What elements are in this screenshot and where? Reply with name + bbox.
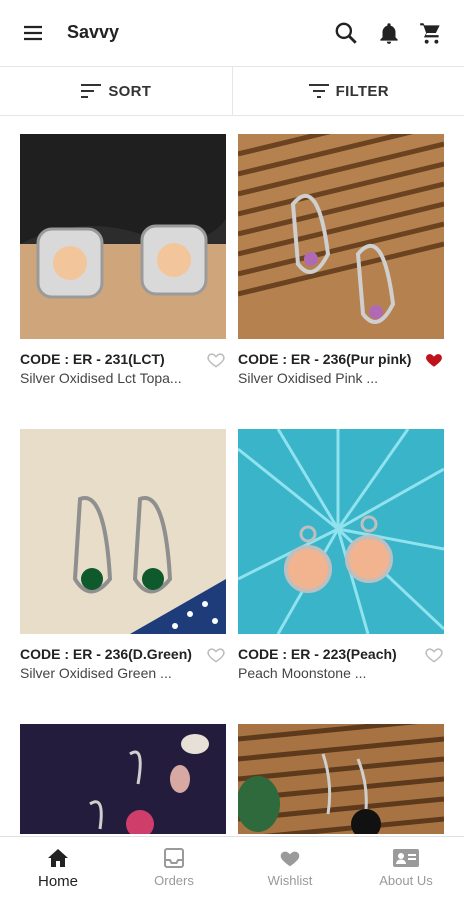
app-bar: Savvy [0, 0, 464, 67]
sort-label: SORT [108, 83, 151, 100]
product-name: Silver Oxidised Green ... [20, 664, 226, 683]
nav-home-label: Home [38, 873, 78, 890]
cart-icon[interactable] [418, 20, 444, 46]
product-image[interactable] [20, 429, 226, 634]
product-card[interactable]: CODE : ER - 236(D.Green) Silver Oxidised… [20, 429, 226, 683]
nav-orders-label: Orders [154, 873, 194, 888]
filter-icon [308, 83, 330, 99]
product-image[interactable] [238, 429, 444, 634]
filter-button[interactable]: FILTER [232, 67, 464, 115]
sort-button[interactable]: SORT [0, 67, 232, 115]
product-image[interactable] [238, 134, 444, 339]
product-code: CODE : ER - 231(LCT) [20, 349, 226, 369]
wishlist-heart-icon[interactable] [424, 645, 444, 665]
product-name: Silver Oxidised Lct Topa... [20, 369, 226, 388]
product-name: Peach Moonstone ... [238, 664, 444, 683]
product-image[interactable] [20, 134, 226, 339]
nav-about[interactable]: About Us [348, 837, 464, 901]
product-card[interactable]: CODE : ER - 223(Peach) Peach Moonstone .… [238, 429, 444, 683]
product-image[interactable] [20, 724, 226, 834]
bottom-navigation: Home Orders Wishlist About Us [0, 836, 464, 901]
product-code: CODE : ER - 223(Peach) [238, 644, 444, 664]
product-card[interactable] [238, 724, 444, 834]
app-title: Savvy [67, 22, 119, 43]
home-icon [46, 847, 70, 869]
nav-wishlist-label: Wishlist [268, 873, 313, 888]
product-image[interactable] [238, 724, 444, 834]
contact-card-icon [392, 847, 420, 869]
product-card[interactable] [20, 724, 226, 834]
inbox-icon [162, 847, 186, 869]
product-card[interactable]: CODE : ER - 231(LCT) Silver Oxidised Lct… [20, 134, 226, 388]
nav-home[interactable]: Home [0, 837, 116, 901]
product-code: CODE : ER - 236(D.Green) [20, 644, 226, 664]
search-icon[interactable] [333, 20, 359, 46]
sort-icon [80, 83, 102, 99]
nav-wishlist[interactable]: Wishlist [232, 837, 348, 901]
product-card[interactable]: CODE : ER - 236(Pur pink) Silver Oxidise… [238, 134, 444, 388]
wishlist-heart-icon[interactable] [424, 350, 444, 370]
filter-label: FILTER [336, 83, 389, 100]
sort-filter-bar: SORT FILTER [0, 67, 464, 116]
nav-orders[interactable]: Orders [116, 837, 232, 901]
wishlist-heart-icon[interactable] [206, 645, 226, 665]
product-grid: CODE : ER - 231(LCT) Silver Oxidised Lct… [0, 116, 464, 834]
wishlist-heart-icon[interactable] [206, 350, 226, 370]
product-name: Silver Oxidised Pink ... [238, 369, 444, 388]
product-code: CODE : ER - 236(Pur pink) [238, 349, 444, 369]
menu-icon[interactable] [20, 21, 46, 45]
heart-icon [278, 847, 302, 869]
bell-icon[interactable] [376, 20, 402, 46]
nav-about-label: About Us [379, 873, 432, 888]
